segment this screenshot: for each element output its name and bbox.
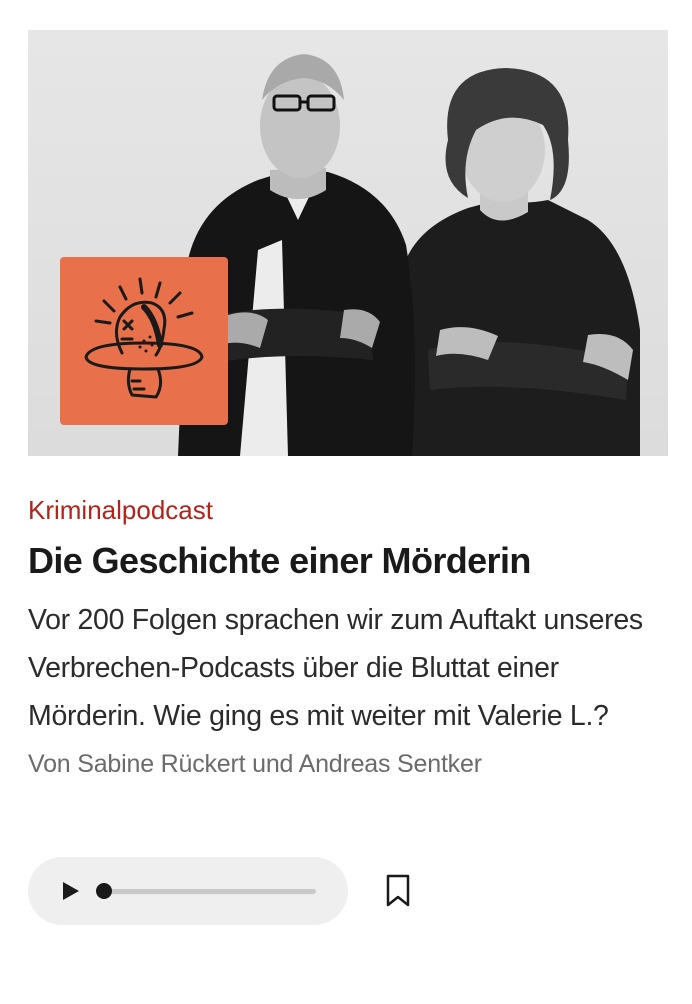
podcast-teaser[interactable]: Kriminalpodcast Die Geschichte einer Mör… [28,30,668,925]
audio-controls [28,857,668,925]
bookmark-icon [386,874,410,907]
play-icon [63,882,79,900]
bookmark-button[interactable] [380,871,416,911]
audio-player [28,857,348,925]
head-on-plate-icon [84,277,204,399]
progress-track[interactable] [102,889,316,894]
host-woman [396,68,640,456]
podcast-badge [60,257,228,425]
byline: Von Sabine Rückert und Andreas Sentker [28,750,482,778]
play-button[interactable] [50,871,90,911]
hero-image[interactable] [28,30,668,456]
progress-knob[interactable] [96,883,112,899]
summary: Vor 200 Folgen sprachen wir zum Auftakt … [28,604,643,732]
headline[interactable]: Die Geschichte einer Mörderin [28,540,668,582]
kicker: Kriminalpodcast [28,495,213,525]
